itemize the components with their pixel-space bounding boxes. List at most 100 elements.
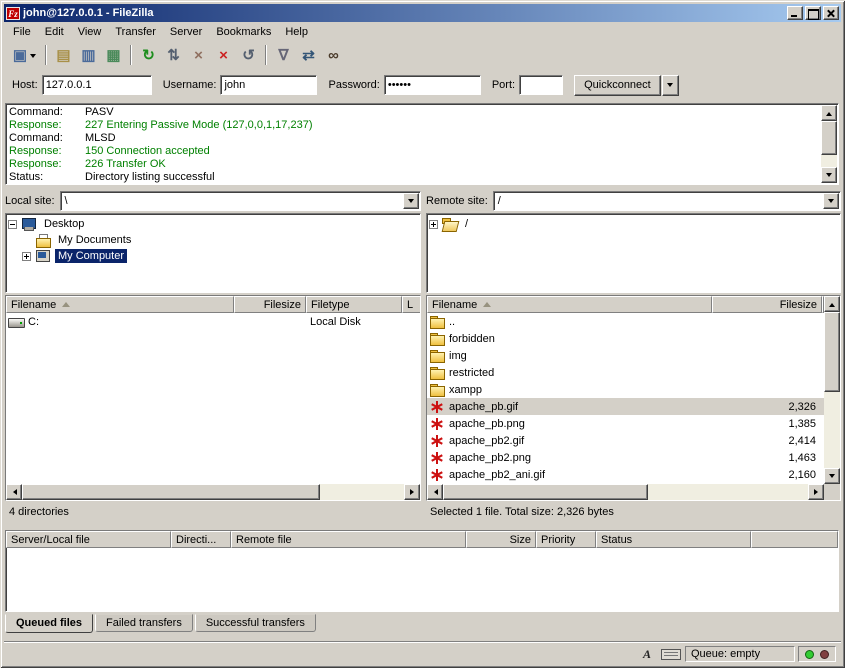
refresh-icon[interactable]: ↻ bbox=[136, 44, 161, 66]
close-icon[interactable] bbox=[823, 6, 839, 20]
column-direction[interactable]: Directi... bbox=[171, 531, 231, 548]
column-filename[interactable]: Filename bbox=[6, 296, 234, 313]
tab-failed-transfers[interactable]: Failed transfers bbox=[95, 614, 193, 632]
local-site-combo[interactable]: \ bbox=[60, 191, 421, 211]
minimize-icon[interactable] bbox=[787, 6, 803, 20]
remote-site-combo[interactable]: / bbox=[493, 191, 841, 211]
file-row[interactable]: C: Local Disk bbox=[6, 313, 420, 330]
scrollbar-thumb[interactable] bbox=[22, 484, 320, 500]
toggle-queue-icon[interactable]: ▦ bbox=[101, 44, 126, 66]
menu-edit[interactable]: Edit bbox=[38, 23, 71, 41]
toggle-trees-icon[interactable]: ▥ bbox=[76, 44, 101, 66]
column-filetype[interactable]: Filetype bbox=[306, 296, 402, 313]
scrollbar-thumb[interactable] bbox=[443, 484, 648, 500]
file-name: apache_pb2.gif bbox=[449, 435, 524, 447]
file-row[interactable]: xampp bbox=[427, 381, 824, 398]
tab-queued-files[interactable]: Queued files bbox=[5, 614, 93, 633]
host-input[interactable] bbox=[42, 75, 152, 95]
port-input[interactable] bbox=[519, 75, 563, 95]
scroll-right-icon[interactable] bbox=[808, 484, 824, 500]
tree-expander[interactable] bbox=[22, 252, 31, 261]
scroll-down-icon[interactable] bbox=[824, 468, 840, 484]
open-folder-icon bbox=[442, 218, 459, 231]
broken-image-icon bbox=[429, 400, 446, 414]
file-row[interactable]: apache_pb2.png 1,463 bbox=[427, 449, 824, 466]
remote-vertical-scrollbar[interactable] bbox=[824, 296, 840, 484]
chevron-down-icon[interactable] bbox=[403, 193, 419, 209]
local-horizontal-scrollbar[interactable] bbox=[6, 484, 420, 500]
cancel-icon[interactable]: × bbox=[186, 44, 211, 66]
menu-help[interactable]: Help bbox=[278, 23, 315, 41]
menu-bar: File Edit View Transfer Server Bookmarks… bbox=[4, 22, 841, 42]
file-name: xampp bbox=[449, 384, 482, 396]
menu-view[interactable]: View bbox=[71, 23, 109, 41]
log-scrollbar[interactable] bbox=[821, 105, 837, 183]
message-log: Command: PASV Response: 227 Entering Pas… bbox=[5, 103, 839, 185]
broken-image-icon bbox=[429, 417, 446, 431]
menu-file[interactable]: File bbox=[6, 23, 38, 41]
filezilla-window: Fz john@127.0.0.1 - FileZilla File Edit … bbox=[0, 0, 845, 668]
file-row[interactable]: apache_pb2_ani.gif 2,160 bbox=[427, 466, 824, 483]
file-row[interactable]: .. bbox=[427, 313, 824, 330]
file-row[interactable]: apache_pb.gif 2,326 bbox=[427, 398, 824, 415]
maximize-icon[interactable] bbox=[805, 6, 821, 20]
menu-server[interactable]: Server bbox=[163, 23, 209, 41]
tree-item[interactable]: Desktop bbox=[6, 216, 420, 232]
file-name: .. bbox=[449, 316, 455, 328]
tree-expander[interactable] bbox=[8, 220, 17, 229]
my-computer-icon bbox=[35, 250, 52, 263]
scroll-right-icon[interactable] bbox=[404, 484, 420, 500]
tree-expander[interactable] bbox=[429, 220, 438, 229]
column-size[interactable]: Size bbox=[466, 531, 536, 548]
my-documents-icon bbox=[35, 234, 52, 247]
filter-icon[interactable]: ∇ bbox=[271, 44, 296, 66]
chevron-down-icon[interactable] bbox=[823, 193, 839, 209]
scroll-left-icon[interactable] bbox=[6, 484, 22, 500]
tree-item[interactable]: My Computer bbox=[6, 248, 420, 264]
file-row[interactable]: restricted bbox=[427, 364, 824, 381]
file-row[interactable]: forbidden bbox=[427, 330, 824, 347]
queue-header: Server/Local file Directi... Remote file… bbox=[6, 531, 838, 548]
quickconnect-button[interactable]: Quickconnect bbox=[574, 75, 661, 96]
scrollbar-thumb[interactable] bbox=[824, 312, 840, 392]
log-line: Response: 150 Connection accepted bbox=[9, 145, 818, 158]
site-manager-icon[interactable]: ▣ bbox=[8, 44, 41, 66]
scroll-up-icon[interactable] bbox=[821, 105, 837, 121]
tree-item[interactable]: My Documents bbox=[6, 232, 420, 248]
remote-horizontal-scrollbar[interactable] bbox=[427, 484, 824, 500]
column-filesize[interactable]: Filesize bbox=[234, 296, 306, 313]
column-status[interactable]: Status bbox=[596, 531, 751, 548]
scroll-down-icon[interactable] bbox=[821, 167, 837, 183]
menu-transfer[interactable]: Transfer bbox=[108, 23, 163, 41]
toolbar-separator bbox=[265, 45, 267, 65]
process-queue-icon[interactable]: ⇅ bbox=[161, 44, 186, 66]
local-file-list: Filename Filesize Filetype L bbox=[5, 295, 421, 501]
desktop-icon bbox=[21, 218, 38, 231]
file-size: 1,385 bbox=[712, 415, 822, 432]
column-server-local-file[interactable]: Server/Local file bbox=[6, 531, 171, 548]
find-icon[interactable]: ∞ bbox=[321, 44, 346, 66]
tree-item[interactable]: / bbox=[427, 216, 840, 232]
file-row[interactable]: img bbox=[427, 347, 824, 364]
toggle-log-icon[interactable]: ▤ bbox=[51, 44, 76, 66]
quickconnect-dropdown[interactable] bbox=[662, 75, 679, 96]
file-row[interactable]: apache_pb.png 1,385 bbox=[427, 415, 824, 432]
file-row[interactable]: apache_pb2.gif 2,414 bbox=[427, 432, 824, 449]
column-remote-file[interactable]: Remote file bbox=[231, 531, 466, 548]
scrollbar-thumb[interactable] bbox=[821, 121, 837, 155]
local-directory-tree: Desktop My Documents My Computer bbox=[5, 213, 421, 293]
scroll-left-icon[interactable] bbox=[427, 484, 443, 500]
menu-bookmarks[interactable]: Bookmarks bbox=[209, 23, 278, 41]
scroll-up-icon[interactable] bbox=[824, 296, 840, 312]
remote-list-header: Filename Filesize bbox=[427, 296, 824, 313]
password-input[interactable] bbox=[384, 75, 481, 95]
column-filename[interactable]: Filename bbox=[427, 296, 712, 313]
column-priority[interactable]: Priority bbox=[536, 531, 596, 548]
disconnect-icon[interactable]: × bbox=[211, 44, 236, 66]
tab-successful-transfers[interactable]: Successful transfers bbox=[195, 614, 316, 632]
username-input[interactable] bbox=[220, 75, 317, 95]
column-filesize[interactable]: Filesize bbox=[712, 296, 822, 313]
column-last-modified[interactable]: L bbox=[402, 296, 420, 313]
reconnect-icon[interactable]: ↺ bbox=[236, 44, 261, 66]
compare-icon[interactable]: ⇄ bbox=[296, 44, 321, 66]
